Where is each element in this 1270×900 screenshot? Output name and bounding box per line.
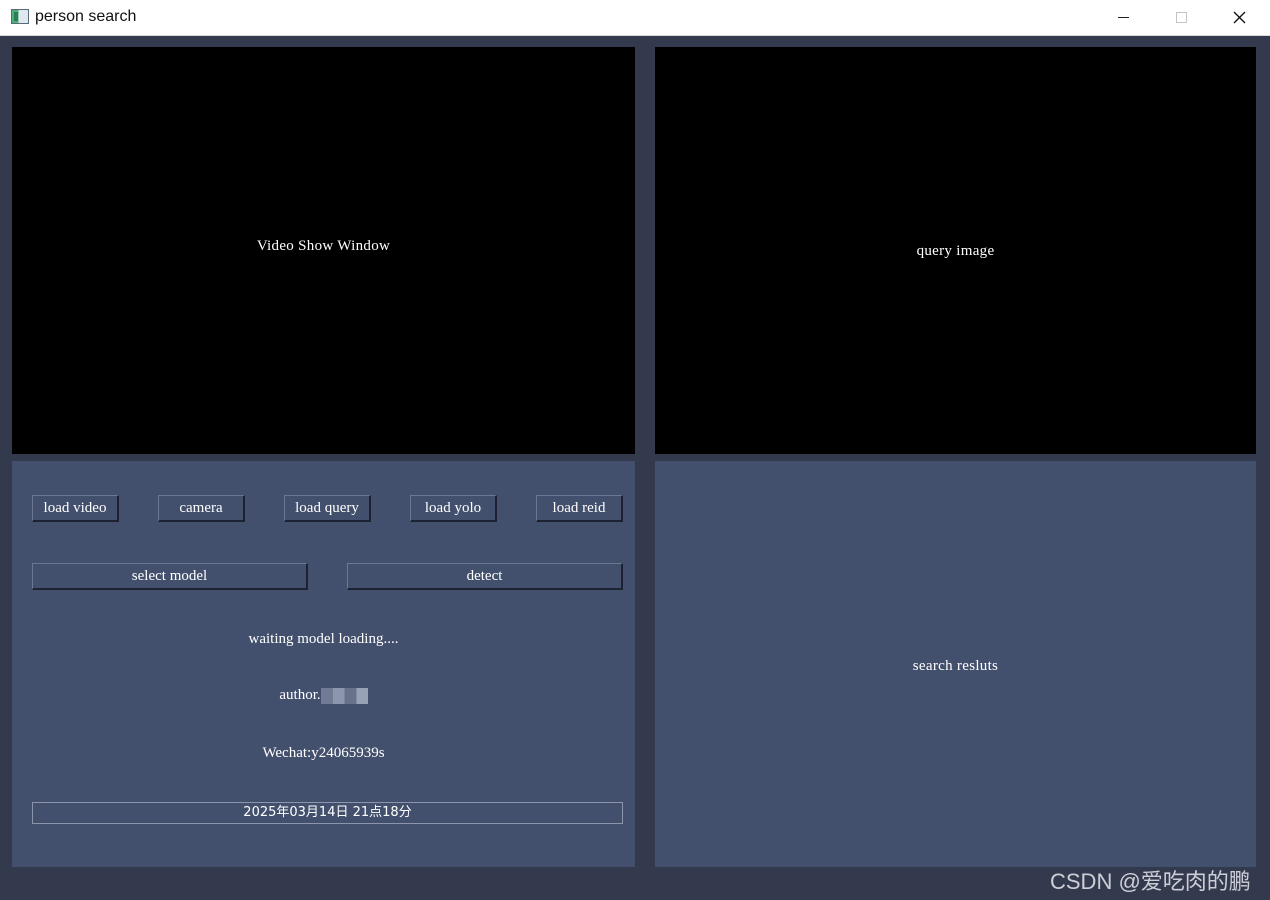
window-title: person search [35, 8, 137, 25]
maximize-icon [1175, 12, 1187, 23]
model-status-text: waiting model loading.... [248, 631, 399, 647]
maximize-button[interactable] [1152, 0, 1210, 35]
author-label: author. [279, 687, 321, 703]
query-image-label: query image [916, 243, 995, 259]
search-results-panel: search resluts [655, 461, 1256, 867]
video-window-label: Video Show Window [256, 238, 391, 254]
load-yolo-button[interactable]: load yolo [410, 495, 497, 522]
close-icon [1233, 11, 1245, 24]
author-name-redacted [320, 687, 368, 704]
datetime-display: 2025年03月14日 21点18分 [32, 802, 623, 824]
wechat-text: Wechat:y24065939s [262, 745, 385, 761]
load-video-button[interactable]: load video [32, 495, 119, 522]
title-bar: person search [0, 0, 1270, 36]
minimize-button[interactable] [1094, 0, 1152, 35]
author-line: author. [12, 687, 635, 704]
load-query-button[interactable]: load query [284, 495, 371, 522]
search-results-label: search resluts [912, 658, 999, 674]
video-show-window: Video Show Window [12, 47, 635, 454]
camera-button[interactable]: camera [158, 495, 245, 522]
minimize-icon [1117, 17, 1129, 18]
app-icon [11, 9, 29, 24]
query-image-window: query image [655, 47, 1256, 454]
detect-button[interactable]: detect [347, 563, 623, 590]
load-reid-button[interactable]: load reid [536, 495, 623, 522]
select-model-button[interactable]: select model [32, 563, 308, 590]
control-panel: load video camera load query load yolo l… [12, 461, 635, 867]
csdn-watermark: CSDN @爱吃肉的鹏 [1050, 869, 1251, 894]
close-button[interactable] [1210, 0, 1268, 35]
